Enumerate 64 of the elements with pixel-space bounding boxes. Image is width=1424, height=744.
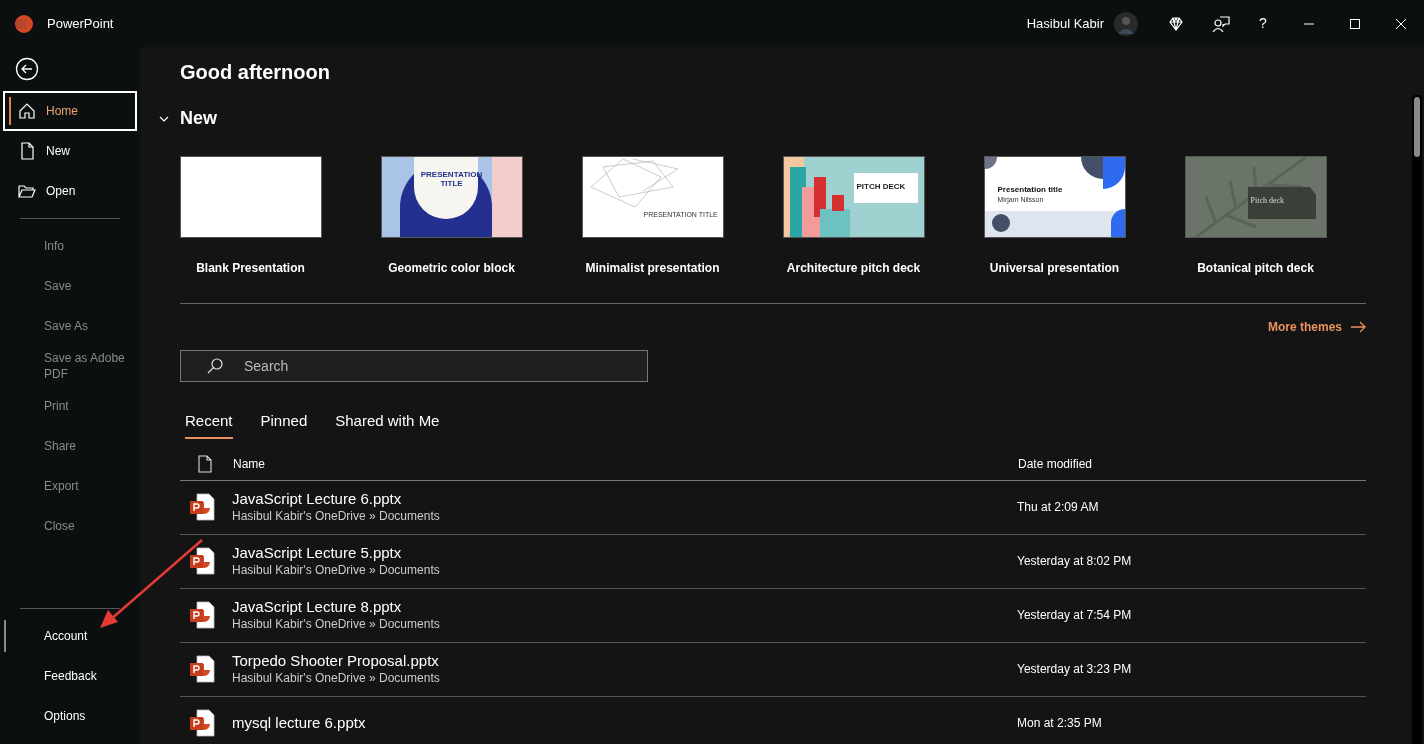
sidebar-item[interactable]: Account [0, 616, 140, 656]
file-name: JavaScript Lecture 6.pptx [232, 490, 403, 508]
date-modified: Mon at 2:35 PM [1017, 715, 1102, 732]
template-card[interactable]: PITCH DECK Architecture pitch deck [763, 156, 944, 277]
pptx-file-icon [189, 655, 215, 683]
pptx-file-icon [189, 601, 215, 629]
document-icon [198, 455, 212, 473]
sidebar-item[interactable]: Home [3, 91, 137, 131]
arrow-right-icon [1350, 321, 1366, 333]
user-name[interactable]: Hasibul Kabir [1026, 13, 1104, 34]
file-name: JavaScript Lecture 5.pptx [232, 544, 403, 562]
column-header: Date modified [1018, 456, 1093, 473]
file-row[interactable]: JavaScript Lecture 6.pptx Hasibul Kabir's OneDrive » Documents Thu at 2:09 AM [180, 480, 1366, 535]
home-icon [18, 102, 36, 120]
app-logo-icon [15, 14, 33, 33]
template-card[interactable]: Pitch deck Botanical pitch deck [1165, 156, 1346, 277]
file-path: Hasibul Kabir's OneDrive » Documents [232, 670, 441, 686]
avatar-icon [1114, 11, 1138, 36]
scrollbar[interactable] [1412, 95, 1422, 744]
date-modified: Thu at 2:09 AM [1017, 499, 1099, 516]
date-modified: Yesterday at 3:23 PM [1017, 661, 1132, 678]
slide-title: PITCH DECK [856, 182, 906, 191]
diamond-icon[interactable] [1168, 15, 1184, 32]
app-name: PowerPoint [47, 14, 114, 33]
file-name: mysql lecture 6.pptx [232, 714, 367, 732]
help-button[interactable]: ? [1240, 13, 1286, 34]
tab[interactable]: Recent [185, 410, 233, 439]
slide-title: Pitch deck [1250, 196, 1285, 205]
date-modified: Yesterday at 7:54 PM [1017, 607, 1132, 624]
file-row[interactable]: JavaScript Lecture 5.pptx Hasibul Kabir's OneDrive » Documents Yesterday at 8:02 PM [180, 534, 1366, 589]
file-path: Hasibul Kabir's OneDrive » Documents [232, 562, 441, 578]
file-path: Hasibul Kabir's OneDrive » Documents [232, 508, 441, 524]
sidebar-item[interactable]: Options [0, 696, 140, 736]
sidebar-item[interactable]: Feedback [0, 656, 140, 696]
close-icon[interactable] [1395, 17, 1407, 30]
tab[interactable]: Shared with Me [335, 410, 440, 439]
file-row[interactable]: Torpedo Shooter Proposal.pptx Hasibul Kabir's OneDrive » Documents Yesterday at 3:23 PM [180, 642, 1366, 697]
pptx-file-icon [189, 493, 215, 521]
greeting-heading: Good afternoon [180, 60, 331, 85]
file-row[interactable]: JavaScript Lecture 8.pptx Hasibul Kabir's OneDrive » Documents Yesterday at 7:54 PM [180, 588, 1366, 643]
folder-icon [18, 182, 36, 200]
sidebar-item[interactable]: New [0, 131, 140, 171]
search-field[interactable]: Search [180, 350, 648, 382]
sidebar-item[interactable]: Open [0, 171, 140, 211]
template-card[interactable]: PRESENTATION TITLE Geometric color block [361, 156, 542, 277]
pptx-file-icon [189, 709, 215, 737]
slide-title: Presentation title [997, 185, 1063, 194]
slide-title: PRESENTATION TITLE [419, 170, 484, 188]
maximize-icon[interactable] [1349, 17, 1361, 30]
file-row[interactable]: mysql lecture 6.pptx Mon at 2:35 PM [180, 696, 1366, 744]
search-icon [206, 357, 224, 375]
tab[interactable]: Pinned [260, 410, 308, 439]
more-themes-link[interactable]: More themes [1267, 318, 1366, 336]
file-name: JavaScript Lecture 8.pptx [232, 598, 403, 616]
file-path: Hasibul Kabir's OneDrive » Documents [232, 616, 441, 632]
date-modified: Yesterday at 8:02 PM [1017, 553, 1132, 570]
column-header: Name [233, 456, 266, 473]
file-name: Torpedo Shooter Proposal.pptx [232, 652, 440, 670]
template-card[interactable]: Blank Presentation [160, 156, 341, 277]
back-icon[interactable] [15, 57, 39, 81]
document-icon [18, 142, 36, 160]
pptx-file-icon [189, 547, 215, 575]
collapse-button[interactable]: New [158, 105, 217, 132]
feedback-icon[interactable] [1212, 14, 1230, 33]
